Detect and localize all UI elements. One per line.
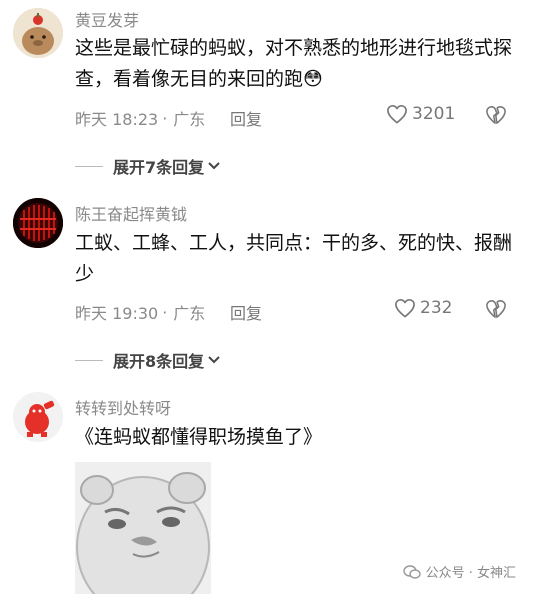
heart-icon	[395, 299, 415, 318]
flushed-face-emoji: 😳	[303, 68, 323, 90]
like-count: 3201	[412, 104, 456, 124]
chevron-down-icon	[208, 356, 220, 364]
dislike-button[interactable]	[485, 105, 507, 129]
avatar[interactable]	[13, 392, 63, 442]
meme-sticker-image[interactable]	[75, 462, 211, 594]
avatar[interactable]	[13, 198, 63, 248]
username[interactable]: 黄豆发芽	[75, 7, 139, 31]
wechat-official-account-icon	[402, 564, 421, 579]
reply-button[interactable]: 回复	[230, 106, 262, 130]
broken-heart-icon	[486, 106, 506, 124]
divider-line	[75, 165, 103, 167]
like-button[interactable]: 3201	[386, 104, 455, 124]
meta-separator: ·	[162, 108, 168, 128]
timestamp: 昨天 19:30	[75, 304, 159, 323]
comment-meta: 昨天 19:30 · 广东	[75, 300, 205, 324]
watermark-text: 公众号 · 女神汇	[425, 566, 516, 581]
chevron-down-icon	[208, 162, 220, 170]
expand-replies-label: 展开8条回复	[113, 352, 205, 371]
reply-button[interactable]: 回复	[230, 300, 262, 324]
divider-line	[75, 359, 103, 361]
timestamp: 昨天 18:23	[75, 110, 159, 129]
comment-meta: 昨天 18:23 · 广东	[75, 106, 205, 130]
meta-separator: ·	[162, 302, 168, 322]
location: 广东	[173, 304, 206, 323]
expand-replies-label: 展开7条回复	[113, 158, 205, 177]
expand-replies-button[interactable]: 展开7条回复	[75, 154, 221, 178]
broken-heart-icon	[486, 300, 506, 318]
expand-replies-button[interactable]: 展开8条回复	[75, 348, 221, 372]
like-count: 232	[420, 298, 453, 318]
comment-text: 《连蚂蚁都懂得职场摸鱼了》	[75, 426, 323, 448]
comment-text: 工蚁、工蜂、工人，共同点：干的多、死的快、报酬少	[75, 232, 513, 285]
dislike-button[interactable]	[485, 299, 507, 323]
avatar[interactable]	[13, 8, 63, 58]
heart-icon	[387, 105, 407, 124]
comment-text: 这些是最忙碌的蚂蚁，对不熟悉的地形进行地毯式探查，看着像无目的来回的跑😳	[75, 33, 515, 95]
comment-text-content: 这些是最忙碌的蚂蚁，对不熟悉的地形进行地毯式探查，看着像无目的来回的跑	[75, 37, 513, 90]
username[interactable]: 转转到处转呀	[75, 395, 171, 419]
username[interactable]: 陈王奋起挥黄钺	[75, 201, 187, 225]
watermark: 公众号 · 女神汇	[402, 562, 516, 581]
like-button[interactable]: 232	[394, 298, 452, 318]
location: 广东	[173, 110, 206, 129]
